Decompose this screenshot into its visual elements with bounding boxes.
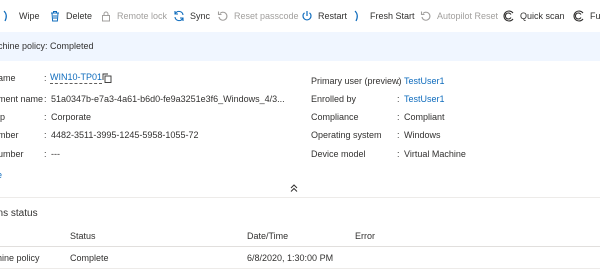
colon: : — [44, 112, 47, 122]
colon: : — [44, 94, 47, 104]
restart-button[interactable]: Restart — [301, 7, 347, 25]
device-name-text: WIN10-TP01 — [50, 72, 103, 84]
delete-button[interactable]: Delete — [49, 7, 92, 25]
restart-label: Restart — [318, 11, 348, 21]
banner-text: achine policy: Completed — [0, 41, 94, 51]
section-divider — [0, 197, 600, 198]
colon: : — [44, 149, 47, 159]
compliance-value: Compliant — [404, 112, 445, 122]
reset-icon — [217, 11, 228, 21]
reset-passcode-label: Reset passcode — [234, 11, 299, 21]
autopilot-reset-label: Autopilot Reset — [437, 11, 499, 21]
command-toolbar: Wipe Delete Remote lock Sync Reset passc… — [0, 0, 600, 32]
ownership-value: Corporate — [51, 112, 92, 122]
remote-lock-label: Remote lock — [117, 11, 168, 21]
enrolled-by-label: Enrolled by — [311, 94, 357, 104]
colon: : — [397, 149, 400, 159]
management-name-label: ment name — [0, 94, 44, 104]
fresh-start-label: Fresh Start — [370, 11, 415, 21]
fresh-start-button[interactable]: Fresh Start — [353, 7, 415, 25]
ownership-label: ip — [0, 112, 6, 122]
device-model-label: Device model — [311, 149, 366, 159]
phone-number-label: umber — [0, 149, 24, 159]
copy-icon[interactable] — [102, 73, 112, 83]
colon: : — [397, 94, 400, 104]
fresh-start-icon — [354, 10, 358, 22]
os-value: Windows — [404, 130, 441, 140]
primary-user-link[interactable]: TestUser1 — [404, 76, 445, 87]
sync-label: Sync — [190, 11, 211, 21]
status-banner: achine policy: Completed — [0, 32, 600, 61]
row-datetime-cell: 6/8/2020, 1:30:00 PM — [247, 253, 334, 263]
colon: : — [44, 130, 47, 140]
quick-scan-label: Quick scan — [520, 11, 565, 21]
colon: : — [397, 130, 400, 140]
column-header-error[interactable]: Error — [355, 231, 375, 241]
sync-icon — [174, 10, 184, 22]
trash-icon — [51, 11, 59, 22]
scan-icon — [573, 10, 584, 22]
enrolled-by-link[interactable]: TestUser1 — [404, 94, 445, 105]
quick-scan-button[interactable]: Quick scan — [503, 7, 565, 25]
column-header-status[interactable]: Status — [70, 231, 96, 241]
colon: : — [397, 112, 400, 122]
serial-number-value: 4482-3511-3995-1245-5958-1055-72 — [51, 130, 199, 140]
collapse-chevron-icon[interactable] — [289, 183, 299, 193]
restart-icon — [302, 11, 312, 21]
reset-passcode-button[interactable]: Reset passcode — [217, 7, 299, 25]
lock-icon — [102, 11, 110, 22]
row-status-cell: Complete — [70, 253, 109, 263]
device-name-value: WIN10-TP01 — [50, 72, 103, 84]
compliance-label: Compliance — [311, 112, 359, 122]
configurations-status-title: ons status — [0, 208, 38, 219]
primary-user-label: Primary user (preview) — [311, 76, 402, 86]
device-model-value: Virtual Machine — [404, 149, 466, 159]
table-header-divider — [0, 246, 600, 247]
serial-number-label: mber — [0, 130, 19, 140]
full-scan-label: Fu — [590, 11, 600, 21]
table-row-divider — [0, 268, 600, 269]
remote-lock-button[interactable]: Remote lock — [100, 7, 167, 25]
os-label: Operating system — [311, 130, 382, 140]
scan-icon — [503, 10, 514, 22]
see-more-link[interactable]: e — [0, 170, 2, 180]
device-name-label: ame — [0, 73, 16, 83]
full-scan-button[interactable]: Fu — [573, 7, 600, 25]
wipe-icon — [3, 10, 7, 22]
delete-label: Delete — [66, 11, 93, 21]
row-name-cell: hine policy — [0, 253, 40, 263]
autopilot-reset-button[interactable]: Autopilot Reset — [420, 7, 498, 25]
colon: : — [397, 76, 400, 86]
wipe-button[interactable]: Wipe — [2, 7, 40, 25]
phone-number-value: --- — [51, 149, 60, 159]
management-name-value: 51a0347b-e7a3-4a61-b6d0-fe9a3251e3f6_Win… — [51, 94, 285, 104]
column-header-datetime[interactable]: Date/Time — [247, 231, 288, 241]
autopilot-icon — [420, 11, 431, 21]
colon: : — [44, 73, 47, 83]
sync-button[interactable]: Sync — [173, 7, 210, 25]
wipe-label: Wipe — [19, 11, 40, 21]
